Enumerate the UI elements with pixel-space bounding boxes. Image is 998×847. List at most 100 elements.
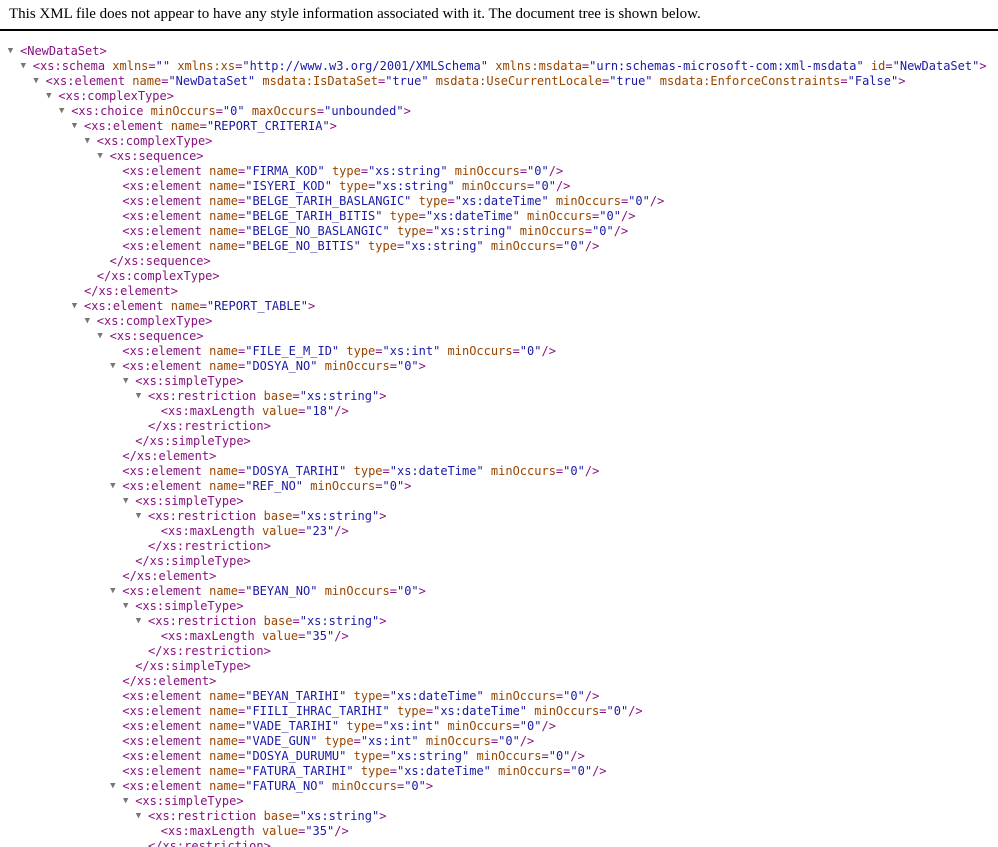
xml-node-code: <xs:simpleType> xyxy=(135,599,243,614)
xml-tag-text: = xyxy=(584,224,593,238)
collapse-toggle-icon[interactable]: ▼ xyxy=(121,494,130,509)
xml-tag-text: </xs:sequence> xyxy=(109,254,211,268)
xml-tag-text: = xyxy=(375,719,383,733)
xml-tree-line: ▼ <xs:element name="REPORT_TABLE"> xyxy=(0,299,998,314)
xml-style-notice-bar: This XML file does not appear to have an… xyxy=(0,0,998,31)
xml-tree-line: ▼ <xs:restriction base="xs:string"> xyxy=(0,509,998,524)
xml-attribute-value: "FIRMA_KOD" xyxy=(245,164,325,178)
collapse-toggle-icon[interactable]: ▼ xyxy=(83,134,92,149)
xml-tag-text: </xs:element> xyxy=(84,284,178,298)
xml-tag-text: /> xyxy=(570,749,585,763)
xml-node-code: </xs:complexType> xyxy=(97,269,220,284)
xml-tag-text: <xs:restriction xyxy=(148,809,257,823)
xml-attribute-name: msdata:EnforceConstraints xyxy=(652,74,841,88)
xml-tag-text: /> xyxy=(519,734,535,748)
collapse-toggle-icon[interactable]: ▼ xyxy=(108,779,117,794)
collapse-toggle-icon[interactable]: ▼ xyxy=(108,584,117,599)
xml-attribute-value: "" xyxy=(155,59,171,73)
xml-attribute-name: name xyxy=(201,209,238,223)
xml-attribute-name: name xyxy=(201,719,238,733)
xml-attribute-value: "BELGE_TARIH_BITIS" xyxy=(245,209,383,223)
collapse-toggle-icon[interactable]: ▼ xyxy=(96,329,105,344)
xml-node-code: <xs:maxLength value="23"/> xyxy=(161,524,349,539)
xml-tag-text: <xs:element xyxy=(122,359,202,373)
xml-attribute-value: "xs:string" xyxy=(433,224,513,238)
xml-attribute-value: "0" xyxy=(592,224,614,238)
collapse-toggle-icon[interactable]: ▼ xyxy=(96,149,105,164)
xml-tag-text: <xs:schema xyxy=(32,59,106,73)
collapse-toggle-icon[interactable]: ▼ xyxy=(32,74,41,89)
xml-attribute-value: "FILE_E_M_ID" xyxy=(245,344,340,358)
xml-attribute-name: name xyxy=(201,689,238,703)
xml-attribute-name: minOccurs xyxy=(143,104,216,118)
xml-node-code: <xs:complexType> xyxy=(97,134,213,149)
collapse-toggle-icon[interactable]: ▼ xyxy=(134,809,143,824)
xml-node-code: <xs:element name="REPORT_TABLE"> xyxy=(84,299,315,314)
xml-attribute-name: type xyxy=(346,689,383,703)
xml-attribute-value: "0" xyxy=(519,719,542,733)
xml-tag-text: = xyxy=(885,59,893,73)
xml-node-code: </xs:restriction> xyxy=(148,539,271,554)
collapse-toggle-icon[interactable]: ▼ xyxy=(83,314,92,329)
xml-attribute-name: msdata:UseCurrentLocale xyxy=(428,74,602,88)
collapse-toggle-icon[interactable]: ▼ xyxy=(108,479,117,494)
xml-attribute-name: minOccurs xyxy=(317,359,390,373)
collapse-toggle-icon[interactable]: ▼ xyxy=(134,614,143,629)
xml-node-code: <xs:restriction base="xs:string"> xyxy=(148,389,386,404)
collapse-toggle-icon[interactable]: ▼ xyxy=(57,104,66,119)
collapse-toggle-icon[interactable]: ▼ xyxy=(134,509,143,524)
xml-attribute-value: "0" xyxy=(396,359,419,373)
xml-tree-line: <xs:element name="DOSYA_TARIHI" type="xs… xyxy=(0,464,998,479)
xml-style-notice: This XML file does not appear to have an… xyxy=(9,6,701,22)
collapse-toggle-icon[interactable]: ▼ xyxy=(121,794,130,809)
xml-attribute-name: type xyxy=(346,464,383,478)
xml-tag-text: <xs:element xyxy=(122,704,202,718)
xml-tag-text: /> xyxy=(584,464,600,478)
xml-node-code: <xs:simpleType> xyxy=(135,374,243,389)
collapse-toggle-icon[interactable]: ▼ xyxy=(121,374,130,389)
xml-attribute-name: base xyxy=(256,614,293,628)
xml-attribute-name: base xyxy=(256,389,293,403)
collapse-toggle-icon[interactable]: ▼ xyxy=(44,89,53,104)
collapse-toggle-icon[interactable]: ▼ xyxy=(121,599,130,614)
xml-attribute-name: xmlns:xs xyxy=(170,59,236,73)
xml-tree-line: ▼ <xs:choice minOccurs="0" maxOccurs="unb… xyxy=(0,104,998,119)
xml-tree-line: ▼ <xs:element name="DOSYA_NO" minOccurs="… xyxy=(0,359,998,374)
collapse-toggle-icon[interactable]: ▼ xyxy=(70,299,79,314)
xml-attribute-name: minOccurs xyxy=(483,464,556,478)
xml-tag-text: </xs:restriction> xyxy=(148,539,271,553)
xml-tree-line: ▼ <xs:complexType> xyxy=(0,314,998,329)
xml-attribute-value: "0" xyxy=(519,344,542,358)
collapse-toggle-icon[interactable]: ▼ xyxy=(6,44,15,59)
xml-tree-line: ▼ <xs:element name="REF_NO" minOccurs="0"… xyxy=(0,479,998,494)
xml-attribute-value: "xs:int" xyxy=(382,719,441,733)
xml-node-code: <xs:element name = "NewDataSet" msdata:IsD… xyxy=(46,74,906,89)
xml-tag-text: > xyxy=(379,614,387,628)
xml-attribute-value: "xs:string" xyxy=(389,749,470,763)
xml-tree-line: </xs:restriction> xyxy=(0,539,998,554)
xml-tree-line: ▼ <xs:element name="FATURA_NO" minOccurs=… xyxy=(0,779,998,794)
xml-attribute-name: type xyxy=(339,719,376,733)
xml-tag-text: = xyxy=(389,359,397,373)
collapse-toggle-icon[interactable]: ▼ xyxy=(108,359,117,374)
collapse-toggle-icon[interactable]: ▼ xyxy=(19,59,28,74)
xml-tag-text: /> xyxy=(584,689,600,703)
xml-tag-text: /> xyxy=(541,344,556,358)
xml-tag-text: = xyxy=(215,104,223,118)
xml-tree-line: </xs:element> xyxy=(0,674,998,689)
xml-attribute-name: minOccurs xyxy=(483,239,556,253)
collapse-toggle-icon[interactable]: ▼ xyxy=(70,119,79,134)
xml-tag-text: <xs:element xyxy=(122,464,202,478)
xml-node-code: <xs:maxLength value="35"/> xyxy=(161,824,349,839)
xml-tag-text: = xyxy=(292,809,300,823)
xml-tag-text: = xyxy=(418,209,426,223)
xml-node-code: <xs:element name="DOSYA_DURUMU" type="xs… xyxy=(122,749,584,764)
collapse-toggle-icon[interactable]: ▼ xyxy=(134,389,143,404)
xml-tree-line: <xs:element name="FIRMA_KOD" type="xs:st… xyxy=(0,164,998,179)
xml-attribute-name: minOccurs xyxy=(418,734,491,748)
xml-attribute-value: "FIILI_IHRAC_TARIHI" xyxy=(245,704,390,718)
xml-attribute-name: minOccurs xyxy=(303,479,376,493)
xml-attribute-value: "0" xyxy=(563,464,585,478)
xml-tree-line: ▼ <xs:simpleType> xyxy=(0,599,998,614)
xml-tag-text: > xyxy=(379,389,387,403)
